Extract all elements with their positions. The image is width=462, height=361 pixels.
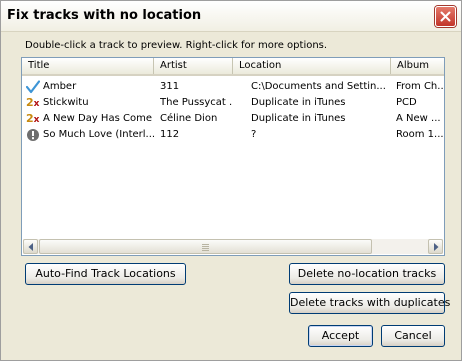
cell-album: PCD: [396, 97, 417, 108]
delete-duplicates-button[interactable]: Delete tracks with duplicates: [289, 292, 450, 314]
table-row[interactable]: 2x A New Day Has Come Céline Dion Duplic…: [22, 111, 444, 127]
scroll-right-button[interactable]: [428, 239, 443, 254]
list-header: Title Artist Location Album: [22, 58, 444, 76]
cell-artist: 112: [160, 129, 180, 140]
close-icon: [440, 11, 451, 22]
delete-no-location-button[interactable]: Delete no-location tracks: [289, 263, 445, 285]
accept-button[interactable]: Accept: [308, 325, 373, 347]
column-header-album[interactable]: Album: [391, 58, 444, 74]
arrow-right-icon: [434, 243, 439, 251]
table-row[interactable]: Amber 311 C:\Documents and Settin... Fro…: [22, 79, 444, 95]
checkmark-icon: [25, 80, 41, 94]
dialog-window: Fix tracks with no location Double-click…: [0, 0, 462, 361]
close-button[interactable]: [435, 6, 456, 27]
cell-album: From Ch...: [396, 81, 444, 92]
window-title: Fix tracks with no location: [7, 8, 202, 23]
cell-album: A New ...: [396, 113, 441, 124]
auto-find-button[interactable]: Auto-Find Track Locations: [25, 263, 186, 285]
cell-artist: 311: [160, 81, 180, 92]
unknown-status-icon: [26, 128, 40, 142]
cell-location: Duplicate in iTunes: [251, 113, 346, 124]
grip-icon: [202, 244, 209, 252]
table-row[interactable]: 2x Stickwitu The Pussycat ... Duplicate …: [22, 95, 444, 111]
scroll-left-button[interactable]: [23, 239, 38, 254]
horizontal-scrollbar[interactable]: [23, 239, 443, 254]
cell-title: So Much Love (Interl...: [43, 129, 155, 140]
duplicate-2x-icon: 2x: [26, 96, 40, 109]
duplicate-2x-icon: 2x: [26, 112, 40, 125]
cell-title: Amber: [43, 81, 77, 92]
cell-location: ?: [251, 129, 257, 140]
cancel-button[interactable]: Cancel: [381, 325, 445, 347]
title-bar[interactable]: Fix tracks with no location: [1, 1, 461, 32]
cell-album: Room 1...: [396, 129, 444, 140]
table-row[interactable]: So Much Love (Interl... 112 ? Room 1...: [22, 127, 444, 143]
cell-location: Duplicate in iTunes: [251, 97, 346, 108]
cell-artist: The Pussycat ...: [160, 97, 232, 108]
instructions-text: Double-click a track to preview. Right-c…: [25, 40, 328, 51]
track-list[interactable]: Title Artist Location Album Amber 311 C:…: [21, 57, 445, 256]
cell-location: C:\Documents and Settin...: [251, 81, 386, 92]
cell-title: A New Day Has Come: [43, 113, 152, 124]
column-header-artist[interactable]: Artist: [154, 58, 233, 74]
column-header-location[interactable]: Location: [233, 58, 391, 74]
column-header-title[interactable]: Title: [22, 58, 154, 74]
cell-title: Stickwitu: [43, 97, 89, 108]
scrollbar-thumb[interactable]: [39, 239, 372, 254]
cell-artist: Céline Dion: [160, 113, 218, 124]
arrow-left-icon: [28, 243, 33, 251]
